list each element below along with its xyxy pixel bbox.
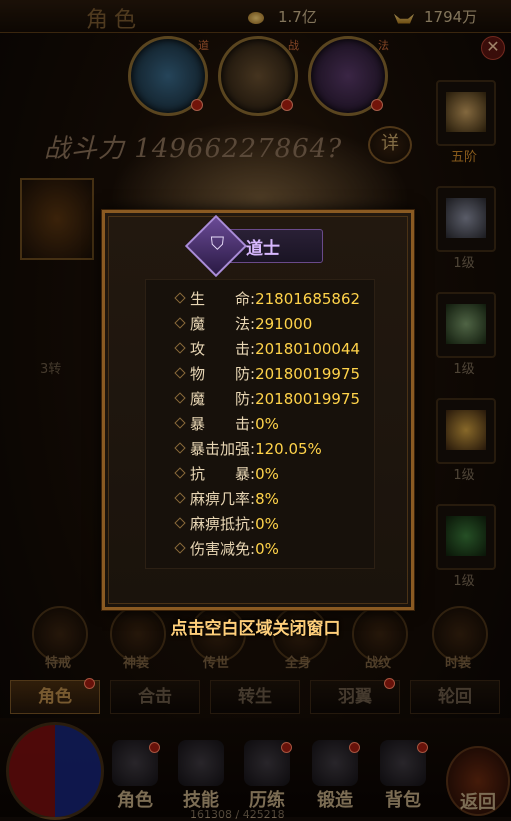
stat-label: 物 防: bbox=[190, 365, 256, 383]
diamond-bullet-icon bbox=[174, 491, 186, 504]
stat-label: 暴 击: bbox=[190, 415, 256, 433]
stat-value: 291000 bbox=[255, 315, 313, 333]
stat-label: 魔 防: bbox=[190, 390, 256, 408]
stat-label: 麻痹抵抗: bbox=[190, 515, 256, 533]
close-window-hint[interactable]: 点击空白区域关闭窗口 bbox=[0, 614, 511, 639]
stat-row: 攻 击:20180100044 bbox=[174, 338, 361, 362]
stat-value: 0% bbox=[255, 515, 279, 533]
diamond-bullet-icon bbox=[174, 541, 186, 554]
stat-row: 魔 法:291000 bbox=[174, 313, 313, 337]
attribute-modal: ⛉ 道士 生 命:21801685862 魔 法:291000 攻 击:2018… bbox=[102, 210, 414, 610]
stat-value: 0% bbox=[255, 415, 279, 433]
diamond-bullet-icon bbox=[174, 466, 186, 479]
stat-row: 暴击加强:120.05% bbox=[174, 438, 322, 462]
stat-value: 21801685862 bbox=[255, 290, 361, 308]
stat-row: 魔 防:20180019975 bbox=[174, 388, 361, 412]
stat-value: 0% bbox=[255, 540, 279, 558]
diamond-bullet-icon bbox=[174, 366, 186, 379]
stat-label: 暴击加强: bbox=[190, 440, 256, 458]
stat-row: 麻痹抵抗:0% bbox=[174, 513, 279, 537]
stats-panel: 生 命:21801685862 魔 法:291000 攻 击:201801000… bbox=[145, 279, 375, 569]
stat-row: 伤害减免:0% bbox=[174, 538, 279, 562]
stat-label: 攻 击: bbox=[190, 340, 256, 358]
class-name: 道士 bbox=[246, 239, 280, 259]
diamond-bullet-icon bbox=[174, 391, 186, 404]
stat-label: 生 命: bbox=[190, 290, 256, 308]
stat-row: 生 命:21801685862 bbox=[174, 288, 361, 312]
diamond-bullet-icon bbox=[174, 441, 186, 454]
stat-row: 暴 击:0% bbox=[174, 413, 279, 437]
stat-value: 0% bbox=[255, 465, 279, 483]
stat-value: 20180100044 bbox=[255, 340, 361, 358]
stat-row: 麻痹几率:8% bbox=[174, 488, 279, 512]
stat-row: 物 防:20180019975 bbox=[174, 363, 361, 387]
stat-value: 8% bbox=[255, 490, 279, 508]
class-title-plate: ⛉ 道士 bbox=[184, 214, 323, 278]
diamond-bullet-icon bbox=[174, 516, 186, 529]
stat-label: 抗 暴: bbox=[190, 465, 256, 483]
taoist-class-icon: ⛉ bbox=[184, 214, 248, 278]
diamond-bullet-icon bbox=[174, 416, 186, 429]
stat-value: 20180019975 bbox=[255, 390, 361, 408]
stat-label: 麻痹几率: bbox=[190, 490, 256, 508]
diamond-bullet-icon bbox=[174, 316, 186, 329]
diamond-bullet-icon bbox=[174, 291, 186, 304]
class-glyph: ⛉ bbox=[210, 233, 225, 255]
stat-label: 伤害减免: bbox=[190, 540, 256, 558]
stat-value: 20180019975 bbox=[255, 365, 361, 383]
diamond-bullet-icon bbox=[174, 341, 186, 354]
stat-row: 抗 暴:0% bbox=[174, 463, 279, 487]
stat-label: 魔 法: bbox=[190, 315, 256, 333]
stat-value: 120.05% bbox=[255, 440, 322, 458]
